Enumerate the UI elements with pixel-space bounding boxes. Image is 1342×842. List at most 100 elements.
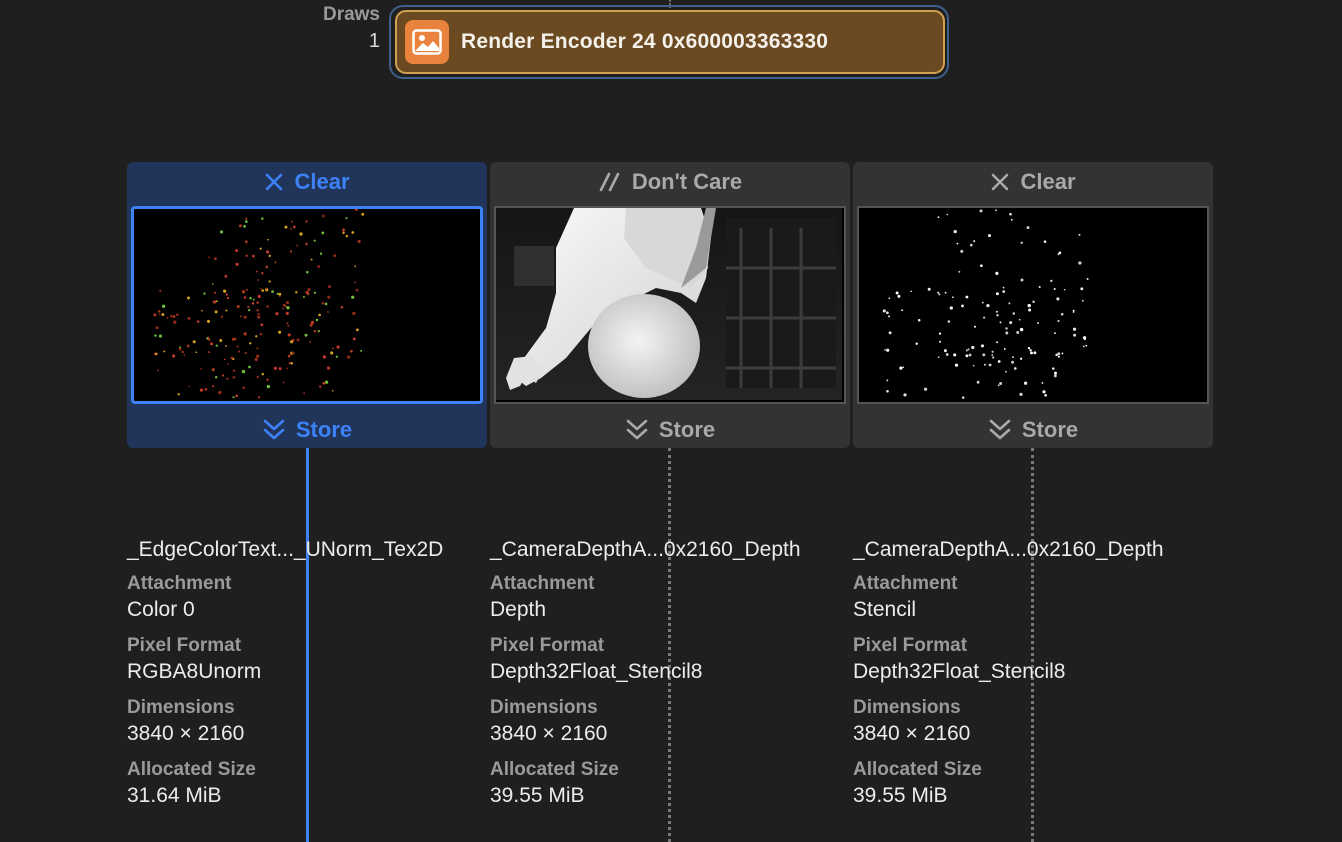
texture-speck	[319, 252, 323, 255]
texture-speck	[302, 296, 305, 298]
texture-speck	[954, 363, 959, 367]
texture-speck	[157, 310, 161, 313]
texture-speck	[287, 354, 291, 358]
texture-speck	[967, 348, 970, 351]
pixel-format-value: RGBA8Unorm	[127, 660, 262, 683]
texture-thumbnail-depth[interactable]	[494, 206, 846, 404]
texture-name[interactable]: _CameraDepthA...0x2160_Depth	[853, 538, 1209, 562]
texture-speck	[259, 247, 262, 250]
texture-speck	[960, 249, 964, 253]
texture-speck	[945, 353, 949, 356]
attachment-panel-stencil[interactable]: Clear Store	[853, 162, 1213, 448]
texture-speck	[981, 301, 984, 304]
texture-speck	[313, 291, 317, 294]
texture-speck	[266, 250, 270, 254]
texture-speck	[223, 358, 226, 361]
texture-speck	[286, 322, 289, 325]
texture-speck	[1016, 331, 1020, 334]
texture-speck	[223, 289, 227, 293]
texture-speck	[255, 270, 258, 273]
texture-speck	[952, 296, 954, 299]
texture-speck	[1005, 370, 1007, 373]
texture-speck	[910, 290, 913, 293]
texture-speck	[211, 368, 215, 372]
texture-speck	[284, 225, 288, 229]
texture-speck	[286, 367, 289, 370]
texture-speck	[976, 380, 980, 384]
texture-thumbnail-color[interactable]	[131, 206, 483, 404]
texture-speck	[313, 330, 316, 333]
load-action-label: Clear	[1020, 169, 1076, 194]
texture-speck	[1080, 287, 1084, 291]
dimensions-label: Dimensions	[853, 697, 961, 718]
allocated-size-value: 31.64 MiB	[127, 784, 222, 807]
texture-speck	[256, 375, 259, 379]
texture-speck	[996, 314, 999, 317]
texture-speck	[330, 351, 334, 355]
texture-speck	[924, 387, 928, 391]
texture-speck	[282, 381, 285, 384]
dimensions-label: Dimensions	[127, 697, 235, 718]
texture-speck	[239, 315, 242, 318]
pixel-format-value: Depth32Float_Stencil8	[853, 660, 1066, 683]
texture-speck	[290, 361, 293, 365]
render-encoder-node[interactable]: Render Encoder 24 0x600003363330	[395, 10, 945, 74]
attachment-panel-depth[interactable]: Don't Care Store	[490, 162, 850, 448]
texture-speck	[215, 300, 218, 303]
texture-speck	[965, 354, 969, 358]
texture-speck	[212, 283, 214, 285]
attachment-label: Attachment	[490, 573, 595, 594]
texture-speck	[886, 311, 889, 315]
attachment-info-color: _EdgeColorText..._UNorm_Tex2D Attachment…	[127, 538, 483, 820]
texture-speck	[995, 292, 999, 296]
texture-speck	[1058, 251, 1062, 255]
texture-speck	[225, 309, 228, 312]
attachment-panel-color[interactable]: Clear Store	[127, 162, 487, 448]
texture-speck	[995, 209, 997, 212]
texture-speck	[1008, 302, 1011, 305]
texture-thumbnail-stencil[interactable]	[857, 206, 1209, 404]
texture-speck	[313, 239, 316, 242]
store-action-label: Store	[295, 417, 353, 442]
texture-speck	[245, 254, 248, 257]
texture-speck	[915, 342, 918, 345]
texture-speck	[333, 254, 337, 258]
texture-speck	[257, 294, 261, 299]
texture-speck	[286, 306, 290, 310]
pixel-format-label: Pixel Format	[127, 635, 242, 656]
texture-speck	[322, 381, 326, 385]
texture-speck	[996, 341, 999, 344]
texture-speck	[242, 386, 245, 389]
texture-name[interactable]: _CameraDepthA...0x2160_Depth	[490, 538, 846, 562]
texture-speck	[1009, 321, 1013, 325]
texture-speck	[257, 279, 260, 281]
texture-speck	[161, 313, 165, 317]
pixel-format-label: Pixel Format	[853, 635, 968, 656]
store-action-label: Store	[1021, 417, 1079, 442]
texture-speck	[969, 243, 973, 247]
texture-speck	[245, 220, 248, 223]
allocated-size-label: Allocated Size	[127, 759, 256, 780]
texture-speck	[252, 254, 255, 258]
draws-label: Draws	[322, 4, 380, 25]
texture-speck	[1082, 345, 1085, 348]
texture-speck	[235, 262, 239, 266]
texture-speck	[326, 366, 331, 370]
texture-speck	[203, 292, 206, 295]
texture-speck	[357, 240, 361, 243]
texture-speck	[289, 227, 292, 230]
texture-speck	[282, 303, 286, 307]
texture-speck	[181, 350, 184, 354]
draws-count: 1	[368, 30, 380, 52]
texture-speck	[342, 231, 345, 235]
texture-name[interactable]: _EdgeColorText..._UNorm_Tex2D	[127, 538, 483, 562]
texture-speck	[215, 344, 218, 347]
dimensions-value: 3840 × 2160	[490, 722, 608, 745]
texture-speck	[1052, 367, 1055, 370]
image-icon	[405, 20, 449, 64]
store-action: Store	[853, 410, 1213, 450]
texture-speck	[304, 333, 308, 337]
texture-speck	[331, 389, 334, 392]
texture-speck	[244, 240, 248, 244]
texture-speck	[946, 213, 949, 216]
